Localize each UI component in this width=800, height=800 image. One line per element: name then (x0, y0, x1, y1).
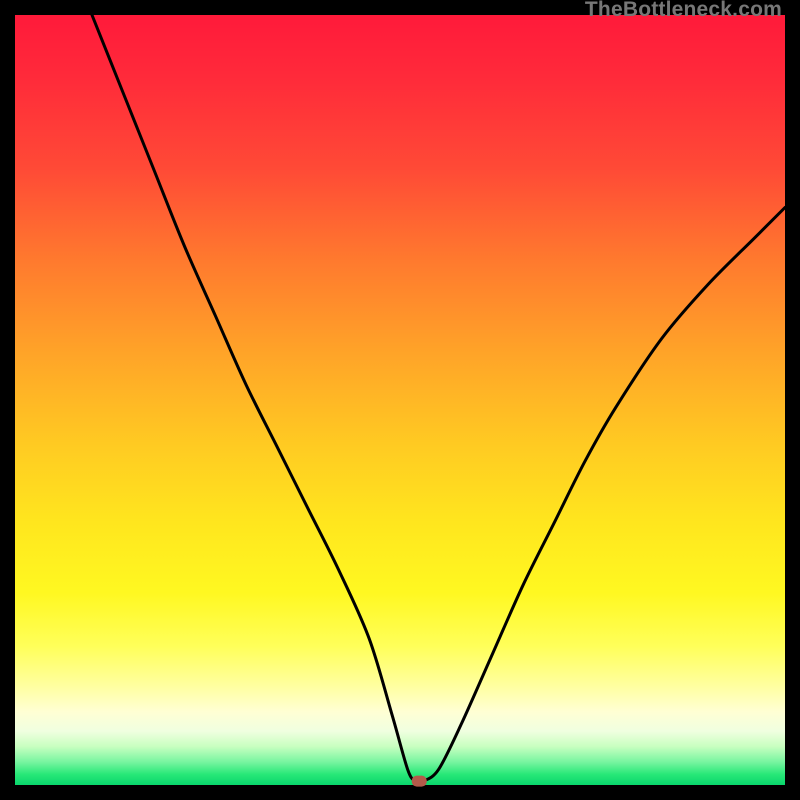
chart-svg (15, 15, 785, 785)
chart-frame: TheBottleneck.com (0, 0, 800, 800)
watermark-text: TheBottleneck.com (585, 0, 782, 22)
bottleneck-curve (92, 15, 785, 783)
minimum-marker (412, 776, 427, 787)
